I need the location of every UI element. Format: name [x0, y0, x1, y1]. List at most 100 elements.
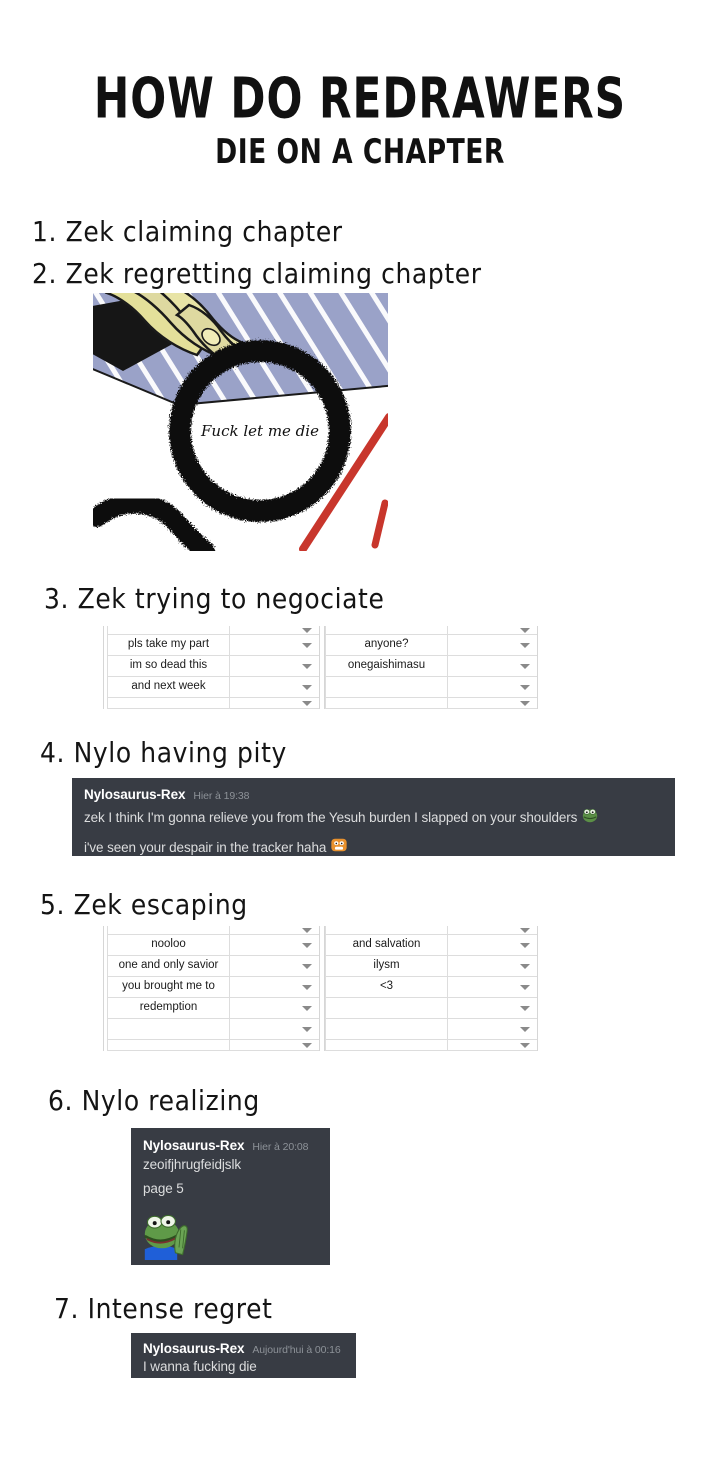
- table-row[interactable]: anyone?: [325, 635, 537, 656]
- dropdown-cell[interactable]: [447, 677, 537, 698]
- table-row[interactable]: [325, 677, 537, 698]
- dropdown-cell[interactable]: [229, 1019, 319, 1040]
- table-row[interactable]: im so dead this: [107, 656, 319, 677]
- cell-value[interactable]: anyone?: [325, 635, 447, 656]
- dropdown-cell[interactable]: [229, 956, 319, 977]
- discord-author[interactable]: Nylosaurus-Rex: [143, 1138, 244, 1153]
- dropdown-cell[interactable]: [229, 935, 319, 956]
- dropdown-cell[interactable]: [229, 1040, 319, 1051]
- cell-value[interactable]: <3: [325, 977, 447, 998]
- dropdown-cell[interactable]: [447, 1019, 537, 1040]
- chevron-down-icon[interactable]: [302, 928, 312, 933]
- chevron-down-icon[interactable]: [302, 943, 312, 948]
- table-row[interactable]: [107, 698, 319, 709]
- table-row[interactable]: you brought me to: [107, 977, 319, 998]
- discord-author[interactable]: Nylosaurus-Rex: [143, 1341, 244, 1356]
- discord-message-regret[interactable]: Nylosaurus-Rex Aujourd'hui à 00:16 I wan…: [131, 1333, 356, 1378]
- table-row[interactable]: [325, 1019, 537, 1040]
- dropdown-cell[interactable]: [229, 926, 319, 935]
- chevron-down-icon[interactable]: [520, 664, 530, 669]
- cell-value[interactable]: you brought me to: [107, 977, 229, 998]
- spreadsheet-negotiate[interactable]: pls take my part im so dead this and nex…: [103, 626, 541, 709]
- dropdown-cell[interactable]: [229, 626, 319, 635]
- dropdown-cell[interactable]: [447, 935, 537, 956]
- spreadsheet-escaping[interactable]: nooloo one and only savior you brought m…: [103, 926, 541, 1051]
- chevron-down-icon[interactable]: [520, 964, 530, 969]
- chevron-down-icon[interactable]: [302, 1043, 312, 1048]
- table-row[interactable]: [325, 998, 537, 1019]
- chevron-down-icon[interactable]: [520, 943, 530, 948]
- discord-message-realizing[interactable]: Nylosaurus-Rex Hier à 20:08 zeoifjhrugfe…: [131, 1128, 330, 1265]
- cell-value[interactable]: onegaishimasu: [325, 656, 447, 677]
- table-row[interactable]: <3: [325, 977, 537, 998]
- chevron-down-icon[interactable]: [302, 664, 312, 669]
- cell-value[interactable]: ilysm: [325, 956, 447, 977]
- table-row[interactable]: [107, 926, 319, 935]
- pepe-frog-praying-image[interactable]: [143, 1206, 197, 1261]
- table-row[interactable]: [325, 926, 537, 935]
- dropdown-cell[interactable]: [447, 926, 537, 935]
- table-row[interactable]: onegaishimasu: [325, 656, 537, 677]
- dropdown-cell[interactable]: [229, 677, 319, 698]
- chevron-down-icon[interactable]: [302, 685, 312, 690]
- table-row[interactable]: nooloo: [107, 935, 319, 956]
- chevron-down-icon[interactable]: [520, 985, 530, 990]
- dropdown-cell[interactable]: [447, 956, 537, 977]
- cell-value[interactable]: [325, 677, 447, 698]
- chevron-down-icon[interactable]: [520, 628, 530, 633]
- cell-value[interactable]: redemption: [107, 998, 229, 1019]
- discord-author[interactable]: Nylosaurus-Rex: [84, 787, 185, 802]
- chevron-down-icon[interactable]: [520, 643, 530, 648]
- dropdown-cell[interactable]: [447, 656, 537, 677]
- table-row[interactable]: [325, 626, 537, 635]
- discord-message-pity[interactable]: Nylosaurus-Rex Hier à 19:38 zek I think …: [72, 778, 675, 856]
- chevron-down-icon[interactable]: [520, 928, 530, 933]
- cell-value[interactable]: [325, 1019, 447, 1040]
- cell-value[interactable]: [325, 698, 447, 709]
- chevron-down-icon[interactable]: [302, 964, 312, 969]
- chevron-down-icon[interactable]: [520, 1006, 530, 1011]
- table-row[interactable]: [325, 1040, 537, 1051]
- dropdown-cell[interactable]: [447, 1040, 537, 1051]
- cell-value[interactable]: [107, 1019, 229, 1040]
- dropdown-cell[interactable]: [447, 626, 537, 635]
- cell-value[interactable]: nooloo: [107, 935, 229, 956]
- dropdown-cell[interactable]: [447, 998, 537, 1019]
- chevron-down-icon[interactable]: [520, 1043, 530, 1048]
- chevron-down-icon[interactable]: [520, 685, 530, 690]
- chevron-down-icon[interactable]: [302, 628, 312, 633]
- chevron-down-icon[interactable]: [520, 1027, 530, 1032]
- cell-value[interactable]: [107, 698, 229, 709]
- table-row[interactable]: one and only savior: [107, 956, 319, 977]
- cell-value[interactable]: and next week: [107, 677, 229, 698]
- chevron-down-icon[interactable]: [302, 701, 312, 706]
- cell-value[interactable]: [325, 1040, 447, 1051]
- dropdown-cell[interactable]: [447, 635, 537, 656]
- table-row[interactable]: and salvation: [325, 935, 537, 956]
- dropdown-cell[interactable]: [229, 698, 319, 709]
- dropdown-cell[interactable]: [229, 656, 319, 677]
- table-row[interactable]: pls take my part: [107, 635, 319, 656]
- chevron-down-icon[interactable]: [302, 1027, 312, 1032]
- table-row[interactable]: redemption: [107, 998, 319, 1019]
- cell-value[interactable]: [325, 998, 447, 1019]
- dropdown-cell[interactable]: [229, 635, 319, 656]
- table-row[interactable]: [325, 698, 537, 709]
- cell-value[interactable]: pls take my part: [107, 635, 229, 656]
- cell-value[interactable]: one and only savior: [107, 956, 229, 977]
- table-row[interactable]: [107, 1040, 319, 1051]
- cell-value[interactable]: and salvation: [325, 935, 447, 956]
- dropdown-cell[interactable]: [229, 977, 319, 998]
- chevron-down-icon[interactable]: [520, 701, 530, 706]
- dropdown-cell[interactable]: [447, 698, 537, 709]
- chevron-down-icon[interactable]: [302, 985, 312, 990]
- dropdown-cell[interactable]: [447, 977, 537, 998]
- table-row[interactable]: [107, 626, 319, 635]
- table-row[interactable]: ilysm: [325, 956, 537, 977]
- table-row[interactable]: and next week: [107, 677, 319, 698]
- dropdown-cell[interactable]: [229, 998, 319, 1019]
- table-row[interactable]: [107, 1019, 319, 1040]
- chevron-down-icon[interactable]: [302, 1006, 312, 1011]
- cell-value[interactable]: im so dead this: [107, 656, 229, 677]
- chevron-down-icon[interactable]: [302, 643, 312, 648]
